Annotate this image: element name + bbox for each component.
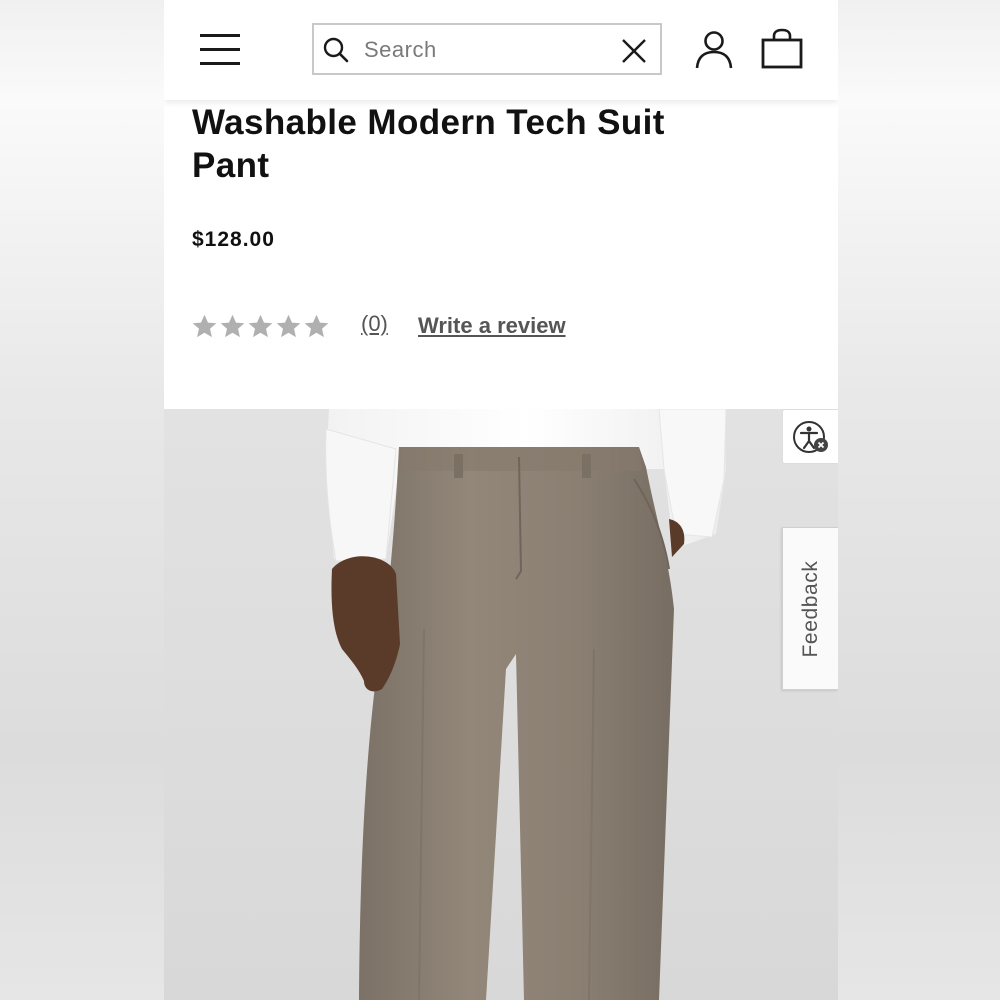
background-right (838, 0, 1000, 1000)
star-icon (276, 314, 301, 338)
product-photo (325, 409, 727, 1000)
star-icon (304, 314, 329, 338)
shopping-bag-icon[interactable] (760, 28, 804, 70)
mobile-page: Washable Modern Tech Suit Pant $128.00 (… (164, 0, 838, 1000)
close-icon[interactable] (620, 37, 648, 65)
accessibility-button[interactable] (782, 409, 838, 464)
hamburger-menu-icon[interactable] (200, 32, 240, 66)
star-rating (191, 313, 330, 340)
review-count-link[interactable]: (0) (361, 311, 388, 337)
site-header (164, 0, 838, 100)
accessibility-icon (793, 421, 828, 453)
write-review-link[interactable]: Write a review (418, 313, 566, 339)
star-icon (192, 314, 217, 338)
search-input[interactable] (364, 33, 604, 67)
background-left (0, 0, 164, 1000)
feedback-label: Feedback (799, 560, 822, 658)
star-icon (248, 314, 273, 338)
search-bar (312, 23, 662, 75)
user-icon[interactable] (694, 30, 734, 70)
star-icon (220, 314, 245, 338)
search-icon[interactable] (322, 36, 350, 64)
feedback-tab[interactable]: Feedback (782, 527, 838, 690)
product-image[interactable] (164, 409, 838, 1000)
product-price: $128.00 (192, 228, 275, 251)
product-title: Washable Modern Tech Suit Pant (192, 103, 665, 185)
